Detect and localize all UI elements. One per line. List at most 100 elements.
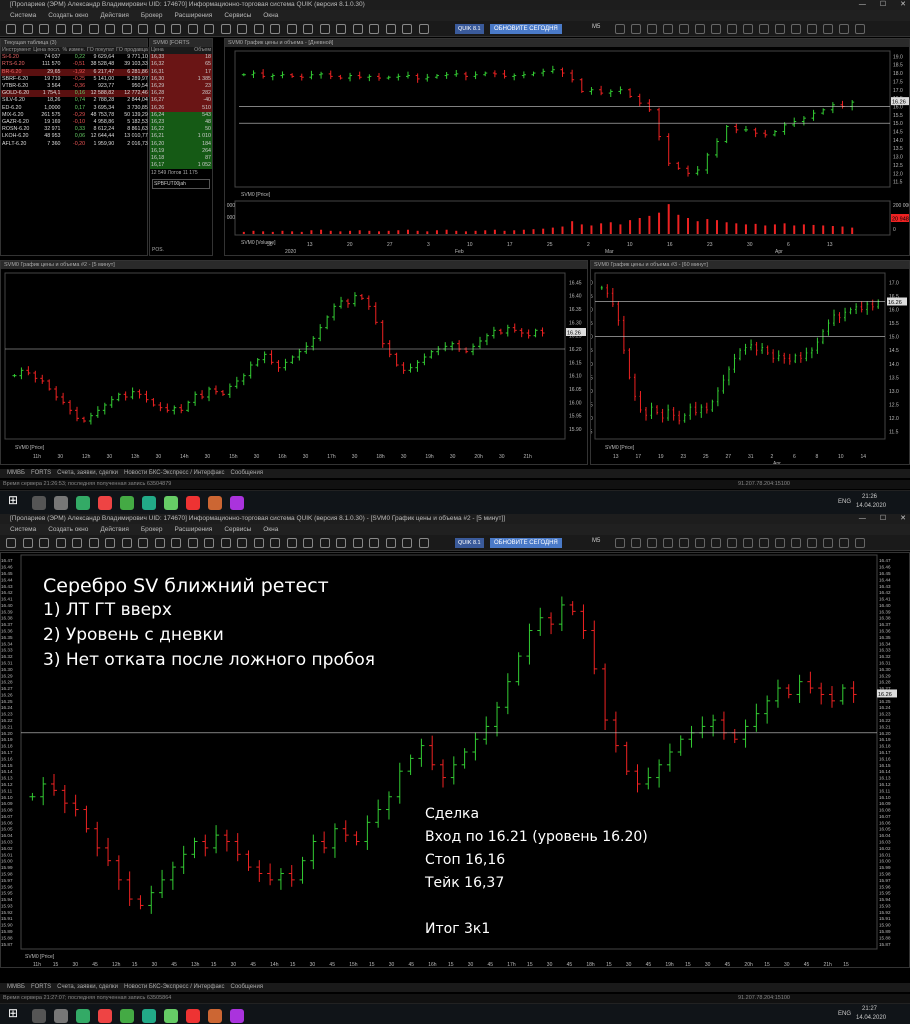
taskbar-app-icon[interactable]	[54, 1009, 68, 1023]
taskbar-app-icon[interactable]	[142, 1009, 156, 1023]
toolbar-icon[interactable]	[253, 24, 264, 34]
tab-1[interactable]: FORTS	[28, 469, 54, 478]
tab-4[interactable]: Сообщения	[227, 983, 266, 992]
minimize-icon[interactable]: —	[859, 0, 866, 10]
drawing-tool-icon[interactable]	[855, 24, 865, 34]
drawing-tool-icon[interactable]	[615, 24, 625, 34]
taskbar-app-icon[interactable]	[76, 1009, 90, 1023]
maximize-icon[interactable]: ☐	[880, 514, 886, 524]
toolbar-icon[interactable]	[369, 538, 379, 548]
toolbar-icon[interactable]	[22, 538, 33, 548]
menu-item[interactable]: Сервисы	[218, 524, 257, 535]
menu-item[interactable]: Брокер	[135, 10, 169, 21]
toolbar-icon[interactable]	[204, 24, 214, 34]
table-row[interactable]: BR-6.20 29,65 -1,92 6 217,47 6 281,86	[1, 68, 149, 76]
daily-chart[interactable]: 19.018.518.017.517.016.516.015.515.014.5…	[217, 47, 910, 255]
toolbar-icon[interactable]	[171, 24, 181, 34]
ask-row[interactable]: 16,33 18	[150, 54, 212, 62]
toolbar-icon[interactable]	[204, 538, 214, 548]
toolbar-icon[interactable]	[121, 538, 132, 548]
taskbar-app-icon[interactable]	[32, 496, 46, 510]
table-row[interactable]: MIX-6.20 261 575 -0,29 48 753,78 50 139,29	[1, 112, 149, 119]
drawing-tool-icon[interactable]	[679, 538, 689, 548]
drawing-tool-icon[interactable]	[823, 538, 833, 548]
ask-row[interactable]: 16,27 -40	[150, 97, 212, 105]
toolbar-icon[interactable]	[286, 24, 297, 34]
toolbar-icon[interactable]	[303, 24, 313, 34]
bid-row[interactable]: 16,18 87	[150, 155, 212, 163]
menu-item[interactable]: Система	[4, 10, 42, 21]
taskbar-app-icon[interactable]	[164, 496, 178, 510]
table-row[interactable]: SBRF-6.20 19 719 -0,25 5 141,00 5 289,97	[1, 76, 149, 83]
toolbar-icon[interactable]	[303, 538, 313, 548]
quotes-header[interactable]: % измен.	[61, 47, 87, 55]
drawing-tool-icon[interactable]	[679, 24, 689, 34]
toolbar-icon[interactable]	[237, 24, 247, 34]
drawing-tool-icon[interactable]	[791, 538, 801, 548]
ask-row[interactable]: 16,29 23	[150, 83, 212, 91]
toolbar-icon[interactable]	[171, 538, 181, 548]
toolbar-icon[interactable]	[220, 24, 231, 34]
taskbar-app-icon[interactable]	[208, 496, 222, 510]
drawing-tool-icon[interactable]	[759, 538, 769, 548]
quotes-header[interactable]: ГО продавца	[115, 47, 149, 55]
taskbar-app-icon[interactable]	[208, 1009, 222, 1023]
drawing-tool-icon[interactable]	[775, 24, 785, 34]
taskbar-app-icon[interactable]	[186, 1009, 200, 1023]
drawing-tool-icon[interactable]	[743, 24, 753, 34]
taskbar-app-icon[interactable]	[186, 496, 200, 510]
table-row[interactable]: GAZR-6.20 19 169 -0,10 4 958,86 5 182,53	[1, 119, 149, 126]
toolbar-icon[interactable]	[6, 24, 16, 34]
table-row[interactable]: ROSN-6.20 32 971 0,33 8 612,24 8 861,63	[1, 126, 149, 133]
toolbar-icon[interactable]	[220, 538, 231, 548]
menu-item[interactable]: Окна	[257, 10, 284, 21]
toolbar-icon[interactable]	[55, 24, 66, 34]
toolbar-icon[interactable]	[237, 538, 247, 548]
toolbar-icon[interactable]	[286, 538, 297, 548]
interval-select[interactable]: M5	[592, 24, 600, 30]
windows-start-icon[interactable]: ⊞	[8, 493, 22, 507]
toolbar-icon[interactable]	[22, 24, 33, 34]
drawing-tool-icon[interactable]	[855, 538, 865, 548]
ask-row[interactable]: 16,26 510	[150, 104, 212, 112]
taskbar-app-icon[interactable]	[120, 1009, 134, 1023]
bid-row[interactable]: 16,22 50	[150, 126, 212, 134]
toolbar-icon[interactable]	[154, 24, 165, 34]
toolbar-icon[interactable]	[72, 24, 82, 34]
interval-select[interactable]: M5	[592, 538, 600, 544]
toolbar-icon[interactable]	[253, 538, 264, 548]
toolbar-icon[interactable]	[88, 24, 99, 34]
tab-2[interactable]: Счета, заявки, сделки	[54, 469, 121, 478]
drawing-tool-icon[interactable]	[615, 538, 625, 548]
drawing-tool-icon[interactable]	[695, 24, 705, 34]
toolbar-icon[interactable]	[105, 538, 115, 548]
bid-row[interactable]: 16,17 1 052	[150, 162, 212, 170]
drawing-tool-icon[interactable]	[647, 538, 657, 548]
table-row[interactable]: LKOH-6.20 48 953 0,06 12 644,44 13 010,77	[1, 133, 149, 140]
update-today-button[interactable]: ОБНОВИТЕ СЕГОДНЯ	[490, 24, 562, 34]
minimize-icon[interactable]: —	[859, 514, 866, 524]
tab-4[interactable]: Сообщения	[227, 469, 266, 478]
drawing-tool-icon[interactable]	[839, 538, 849, 548]
quotes-header[interactable]: ГО покупат	[86, 47, 116, 55]
table-row[interactable]: AFLT-6.20 7 360 -0,20 1 959,90 2 016,73	[1, 141, 149, 148]
table-row[interactable]: ED-6.20 1,0000 0,17 3 695,34 3 730,85	[1, 105, 149, 112]
bid-row[interactable]: 16,23 48	[150, 119, 212, 127]
menu-item[interactable]: Расширения	[169, 524, 219, 535]
update-today-button[interactable]: ОБНОВИТЕ СЕГОДНЯ	[490, 538, 562, 548]
ask-row[interactable]: 16,30 1 385	[150, 75, 212, 84]
quotes-header[interactable]: Инструмент	[1, 47, 33, 55]
taskbar-app-icon[interactable]	[98, 496, 112, 510]
menu-item[interactable]: Действия	[94, 10, 134, 21]
toolbar-icon[interactable]	[6, 538, 16, 548]
toolbar-icon[interactable]	[270, 24, 280, 34]
menu-item[interactable]: Сервисы	[218, 10, 257, 21]
table-row[interactable]: VTBR-6.20 3 564 -0,36 923,77 950,54	[1, 83, 149, 90]
drawing-tool-icon[interactable]	[839, 24, 849, 34]
drawing-tool-icon[interactable]	[775, 538, 785, 548]
drawing-tool-icon[interactable]	[807, 24, 817, 34]
bid-row[interactable]: 16,21 1 010	[150, 133, 212, 141]
tab-1[interactable]: FORTS	[28, 983, 54, 992]
menu-item[interactable]: Создать окно	[42, 524, 94, 535]
tab-0[interactable]: ММВБ	[4, 983, 28, 992]
